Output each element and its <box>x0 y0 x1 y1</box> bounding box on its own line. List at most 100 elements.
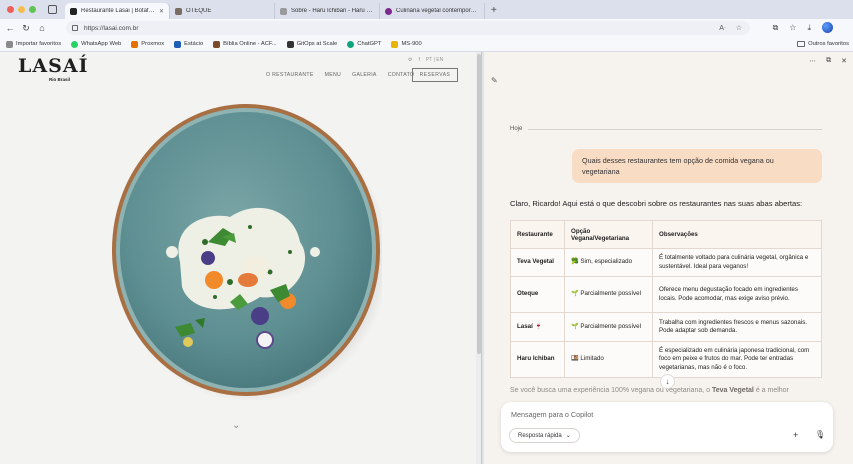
scrollbar-thumb[interactable] <box>477 54 481 354</box>
tab-favicon <box>70 7 77 15</box>
col-opcao: Opção Vegana/Vegetariana <box>564 220 653 249</box>
col-restaurante: Restaurante <box>510 220 565 249</box>
settings-icon[interactable]: ⚙ <box>408 57 412 63</box>
favorite-estacio[interactable]: Estácio <box>174 40 204 48</box>
chatgpt-icon <box>347 40 355 48</box>
nav-contato[interactable]: CONTATO <box>388 72 415 78</box>
close-tab-icon[interactable]: ✕ <box>159 8 164 15</box>
proxmox-icon <box>131 40 139 48</box>
favorite-chatgpt[interactable]: ChatGPT <box>347 40 382 48</box>
favorites-icon[interactable]: ☆ <box>789 23 796 32</box>
copilot-more-icon[interactable]: ⋯ <box>809 57 816 65</box>
table-row: Haru Ichiban 🍱 Limitado É especializado … <box>510 341 822 378</box>
table-row: Oteque 🌱 Parcialmente possível Oferece m… <box>510 276 822 313</box>
reservas-button[interactable]: RESERVAS <box>412 68 458 82</box>
col-observacoes: Observações <box>652 220 822 249</box>
copilot-icon[interactable] <box>822 22 833 33</box>
close-window-button[interactable] <box>7 6 14 13</box>
nav-galeria[interactable]: GALERIA <box>352 72 377 78</box>
tab-strip: Restaurante Lasai | Botafogo ✕ OTEQUE So… <box>65 0 497 19</box>
extensions-icon[interactable]: ⧉ <box>773 23 779 33</box>
date-separator: Hoje <box>510 126 822 132</box>
folder-icon <box>797 41 806 47</box>
lasai-webpage: LASAÍ Rio Brasil ⚙ f PT | EN O RESTAURAN… <box>0 52 482 464</box>
cell-notes: Oferece menu degustação focado em ingred… <box>652 276 822 313</box>
conclusion-text-end: é a melhor <box>753 387 789 394</box>
divider <box>528 128 822 130</box>
new-tab-button[interactable]: + <box>491 3 497 19</box>
tab-haru-ichiban[interactable]: Sobre - Haru Ichiban - Haru Ichiban <box>275 3 380 19</box>
favorite-biblia[interactable]: Bíblia Online - ACF... <box>213 40 277 48</box>
microphone-icon[interactable]: 🎙 <box>815 430 825 439</box>
estacio-icon <box>174 40 182 48</box>
favorite-gitops[interactable]: GitOps at Scale <box>286 40 338 48</box>
scroll-to-bottom-button[interactable]: ↓ <box>660 374 675 389</box>
page-scrollbar[interactable] <box>476 52 481 464</box>
favorite-ms900[interactable]: MS-900 <box>391 40 422 48</box>
import-icon <box>6 40 13 48</box>
site-info-icon[interactable] <box>72 25 78 31</box>
cell-name: Teva Vegetal <box>510 248 565 277</box>
favorite-label: Estácio <box>184 41 204 47</box>
browser-titlebar: Restaurante Lasai | Botafogo ✕ OTEQUE So… <box>0 0 853 19</box>
user-message-bubble: Quais desses restaurantes tem opção de c… <box>572 149 822 183</box>
nav-menu[interactable]: MENU <box>325 72 341 78</box>
minimize-window-button[interactable] <box>18 6 25 13</box>
add-attachment-icon[interactable]: + <box>793 430 798 440</box>
copilot-sidebar: ⋯ ⧉ ✕ ✎ Hoje Quais desses restaurantes t… <box>484 52 853 464</box>
nav-o-restaurante[interactable]: O RESTAURANTE <box>266 72 314 78</box>
copilot-message-input[interactable] <box>511 408 811 420</box>
downloads-icon[interactable]: ⤓ <box>807 23 811 33</box>
toolbar-right-icons: ⧉ ☆ ⤓ <box>773 22 833 33</box>
whatsapp-icon <box>71 40 79 48</box>
tab-title: Restaurante Lasai | Botafogo <box>81 8 155 14</box>
other-favorites[interactable]: Outros favoritos <box>797 41 849 47</box>
tab-lasai[interactable]: Restaurante Lasai | Botafogo ✕ <box>65 3 170 19</box>
tab-favicon <box>385 7 392 15</box>
home-icon[interactable]: ⌂ <box>32 23 52 33</box>
cell-option: 🌱 Parcialmente possível <box>564 312 653 342</box>
scroll-down-chevron-icon[interactable]: ⌄ <box>232 420 240 431</box>
read-aloud-icon[interactable]: Aᐧ <box>719 24 725 32</box>
restaurants-table: Restaurante Opção Vegana/Vegetariana Obs… <box>510 220 822 378</box>
sidebar-toggle-icon[interactable] <box>48 5 57 14</box>
address-toolbar: ← ↻ ⌂ https://lasai.com.br Aᐧ ☆ ⧉ ☆ ⤓ <box>0 19 853 37</box>
facebook-icon[interactable]: f <box>418 57 419 63</box>
language-switch[interactable]: PT | EN <box>426 57 443 63</box>
quick-reply-dropdown[interactable]: Resposta rápida ⌄ <box>509 428 580 443</box>
tab-oteque[interactable]: OTEQUE <box>170 3 275 19</box>
table-row: Lasaí 🍷 🌱 Parcialmente possível Trabalha… <box>510 312 822 342</box>
favorite-label: GitOps at Scale <box>296 41 338 47</box>
favorite-star-icon[interactable]: ☆ <box>736 24 742 32</box>
url-text: https://lasai.com.br <box>84 24 139 32</box>
new-chat-icon[interactable]: ✎ <box>491 76 498 85</box>
other-favorites-label: Outros favoritos <box>808 41 849 47</box>
tab-title: Sobre - Haru Ichiban - Haru Ichiban <box>291 8 374 14</box>
copilot-header-actions: ⋯ ⧉ ✕ <box>809 57 847 65</box>
copilot-close-icon[interactable]: ✕ <box>841 57 847 65</box>
chevron-down-icon: ⌄ <box>565 433 571 439</box>
copilot-open-window-icon[interactable]: ⧉ <box>826 57 831 65</box>
maximize-window-button[interactable] <box>29 6 36 13</box>
table-row: Teva Vegetal 🥦 Sim, especializado É tota… <box>510 248 822 277</box>
favorite-proxmox[interactable]: Proxmox <box>131 40 165 48</box>
site-logo[interactable]: LASAÍ <box>18 56 88 76</box>
cell-option: 🌱 Parcialmente possível <box>564 276 653 313</box>
favorite-label: ChatGPT <box>357 41 382 47</box>
cell-notes: É totalmente voltado para culinária vege… <box>652 248 822 277</box>
favorite-label: MS-900 <box>401 41 422 47</box>
favorite-label: Importar favoritos <box>16 41 62 47</box>
copilot-composer: Resposta rápida ⌄ + 🎙 <box>501 402 833 452</box>
favorite-label: Proxmox <box>141 41 165 47</box>
tab-culinaria-vegetal[interactable]: Culinária vegetal contemporânea <box>380 3 485 19</box>
assistant-reply-intro: Claro, Ricardo! Aqui está o que descobri… <box>510 199 803 208</box>
favorite-whatsapp[interactable]: WhatsApp Web <box>71 40 122 48</box>
window-controls <box>7 6 36 13</box>
gitops-icon <box>286 40 294 48</box>
favorite-label: WhatsApp Web <box>81 41 122 47</box>
address-bar-actions: Aᐧ ☆ <box>719 24 742 32</box>
tab-title: Culinária vegetal contemporânea <box>396 8 479 14</box>
address-bar[interactable]: https://lasai.com.br Aᐧ ☆ <box>66 21 750 35</box>
tab-favicon <box>280 7 287 15</box>
favorite-importar[interactable]: Importar favoritos <box>6 40 62 48</box>
